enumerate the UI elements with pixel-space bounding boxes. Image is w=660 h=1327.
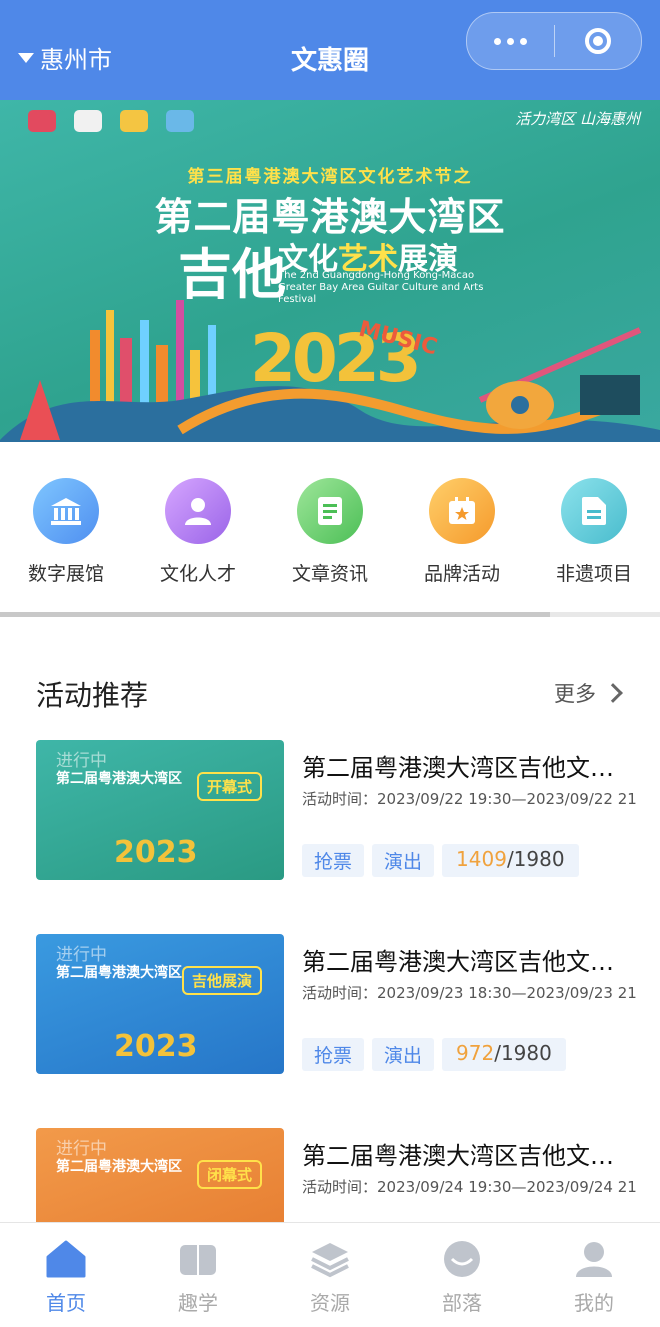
activity-card[interactable]: 进行中 第二届粤港澳大湾区 开幕式 2023 第二届粤港澳大湾区吉他文化艺术展演… [36, 740, 636, 880]
ticket-tag: 抢票 [302, 1038, 365, 1071]
activity-tags: 抢票 演出 1409/1980 [302, 844, 579, 877]
activity-thumbnail: 进行中 第二届粤港澳大湾区 闭幕式 2023 [36, 1128, 284, 1224]
more-dots-icon [493, 37, 527, 45]
tab-label: 我的 [574, 1291, 614, 1315]
grid-item-brand-events[interactable]: 品牌活动 [402, 478, 522, 586]
logo-icon [120, 110, 148, 132]
banner-slogan: 活力湾区 山海惠州 [515, 110, 640, 128]
more-link[interactable]: 更多 [554, 678, 623, 708]
activity-thumbnail: 进行中 第二届粤港澳大湾区 开幕式 2023 [36, 740, 284, 880]
event-badge: 吉他展演 [181, 966, 262, 995]
tab-mine[interactable]: 我的 [534, 1239, 654, 1316]
chat-bubble-icon [440, 1239, 484, 1279]
person-icon [165, 478, 231, 544]
grid-item-articles[interactable]: 文章资讯 [270, 478, 390, 586]
grid-item-label: 数字展馆 [27, 563, 104, 585]
more-label: 更多 [554, 682, 596, 706]
sponsor-logos [28, 110, 194, 132]
event-badge: 闭幕式 [196, 1160, 262, 1189]
grid-scroll-indicator[interactable] [0, 612, 660, 617]
article-icon [297, 478, 363, 544]
file-icon [561, 478, 627, 544]
activity-time: 活动时间：2023/09/22 19:30—2023/09/22 21:30 [302, 790, 636, 808]
activity-recommend-panel: 活动推荐 更多 进行中 第二届粤港澳大湾区 开幕式 2023 第二届粤港澳大湾区… [0, 632, 660, 1224]
activity-card[interactable]: 进行中 第二届粤港澳大湾区 闭幕式 2023 第二届粤港澳大湾区吉他文化艺术展演… [36, 1128, 636, 1224]
logo-icon [28, 110, 56, 132]
activity-card[interactable]: 进行中 第二届粤港澳大湾区 吉他展演 2023 第二届粤港澳大湾区吉他文化艺术展… [36, 934, 636, 1074]
activity-time: 活动时间：2023/09/23 18:30—2023/09/23 21:30 [302, 984, 636, 1002]
grid-item-cultural-talent[interactable]: 文化人才 [138, 478, 258, 586]
activity-title: 第二届粤港澳大湾区吉他文化艺术展演开幕式 [302, 754, 632, 782]
book-icon [176, 1239, 220, 1279]
target-icon [584, 28, 611, 54]
ticket-count: 1409/1980 [442, 844, 579, 877]
activity-tags: 抢票 演出 972/1980 [302, 1038, 566, 1071]
ticket-count: 972/1980 [442, 1038, 566, 1071]
hero-banner[interactable]: 活力湾区 山海惠州 第三届粤港澳大湾区文化艺术节之 第二届粤港澳大湾区 吉他 文… [0, 100, 660, 442]
activity-thumbnail: 进行中 第二届粤港澳大湾区 吉他展演 2023 [36, 934, 284, 1074]
section-title: 活动推荐 [36, 679, 149, 712]
ticket-tag: 抢票 [302, 844, 365, 877]
museum-icon [33, 478, 99, 544]
activity-title: 第二届粤港澳大湾区吉他文化艺术展演闭幕式 [302, 1142, 632, 1170]
category-grid: 数字展馆 文化人才 文章资讯 品牌活动 非遗项目 [0, 442, 660, 632]
tab-tribe[interactable]: 部落 [402, 1239, 522, 1316]
bottom-tab-bar: 首页 趣学 资源 部落 我的 [0, 1222, 660, 1327]
thumbnail-title: 第二届粤港澳大湾区 [56, 1159, 182, 1175]
logo-icon [166, 110, 194, 132]
activity-time: 活动时间：2023/09/24 19:30—2023/09/24 21:30 [302, 1178, 636, 1196]
tab-label: 资源 [310, 1291, 350, 1315]
close-miniprogram-button[interactable] [555, 13, 642, 69]
top-nav-bar: 惠州市 文惠圈 [0, 0, 660, 100]
layers-icon [308, 1239, 352, 1279]
thumbnail-year: 2023 [114, 835, 198, 870]
grid-item-label: 品牌活动 [423, 563, 500, 585]
category-tag: 演出 [372, 844, 435, 877]
grid-item-digital-museum[interactable]: 数字展馆 [6, 478, 126, 586]
tab-label: 首页 [46, 1291, 86, 1315]
miniprogram-capsule [466, 12, 642, 70]
banner-main-title: 第二届粤港澳大湾区 [154, 195, 506, 239]
grid-item-label: 文化人才 [159, 563, 236, 585]
tab-label: 部落 [442, 1291, 482, 1315]
event-badge: 开幕式 [196, 772, 262, 801]
category-tag: 演出 [372, 1038, 435, 1071]
tab-learn[interactable]: 趣学 [138, 1239, 258, 1316]
tab-home[interactable]: 首页 [6, 1239, 126, 1316]
user-icon [572, 1239, 616, 1279]
calendar-star-icon [429, 478, 495, 544]
more-menu-button[interactable] [467, 13, 554, 69]
thumbnail-title: 第二届粤港澳大湾区 [56, 771, 182, 787]
banner-pre-title: 第三届粤港澳大湾区文化艺术节之 [187, 167, 473, 187]
grid-item-label: 非遗项目 [555, 563, 632, 585]
activity-title: 第二届粤港澳大湾区吉他文化艺术展演吉他展演 [302, 948, 632, 976]
chevron-right-icon [603, 683, 623, 703]
grid-item-label: 文章资讯 [291, 563, 368, 585]
thumbnail-year: 2023 [114, 1029, 198, 1064]
thumbnail-title: 第二届粤港澳大湾区 [56, 965, 182, 981]
home-icon [44, 1239, 88, 1279]
tab-label: 趣学 [178, 1291, 218, 1315]
logo-icon [74, 110, 102, 132]
tab-resources[interactable]: 资源 [270, 1239, 390, 1316]
grid-item-intangible-heritage[interactable]: 非遗项目 [534, 478, 654, 586]
